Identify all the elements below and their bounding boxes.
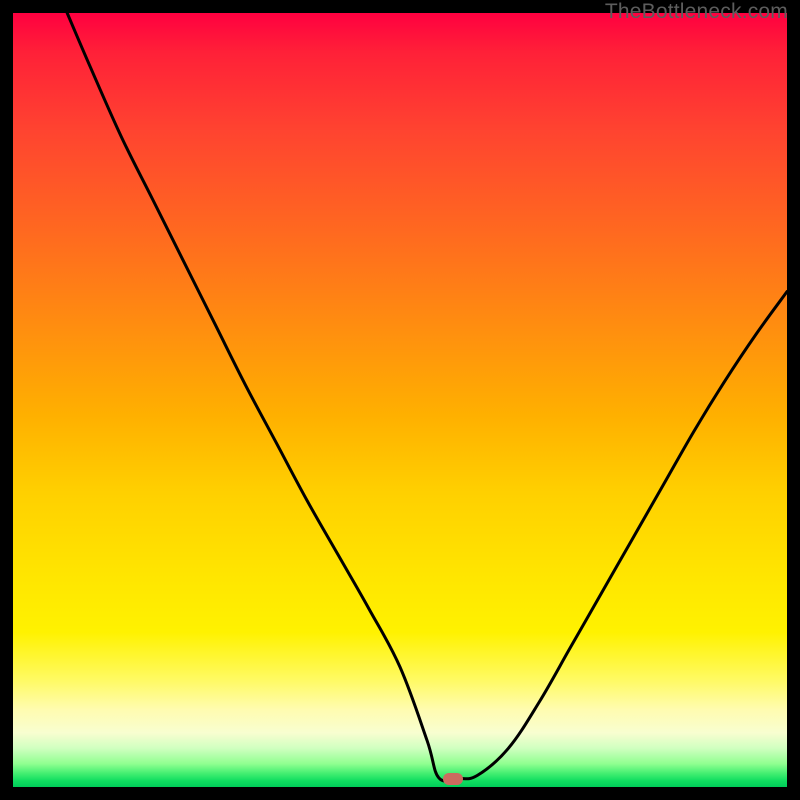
chart-canvas: TheBottleneck.com bbox=[0, 0, 800, 800]
bottleneck-curve bbox=[13, 13, 787, 787]
watermark-text: TheBottleneck.com bbox=[605, 0, 788, 24]
optimal-point-marker bbox=[443, 773, 463, 785]
